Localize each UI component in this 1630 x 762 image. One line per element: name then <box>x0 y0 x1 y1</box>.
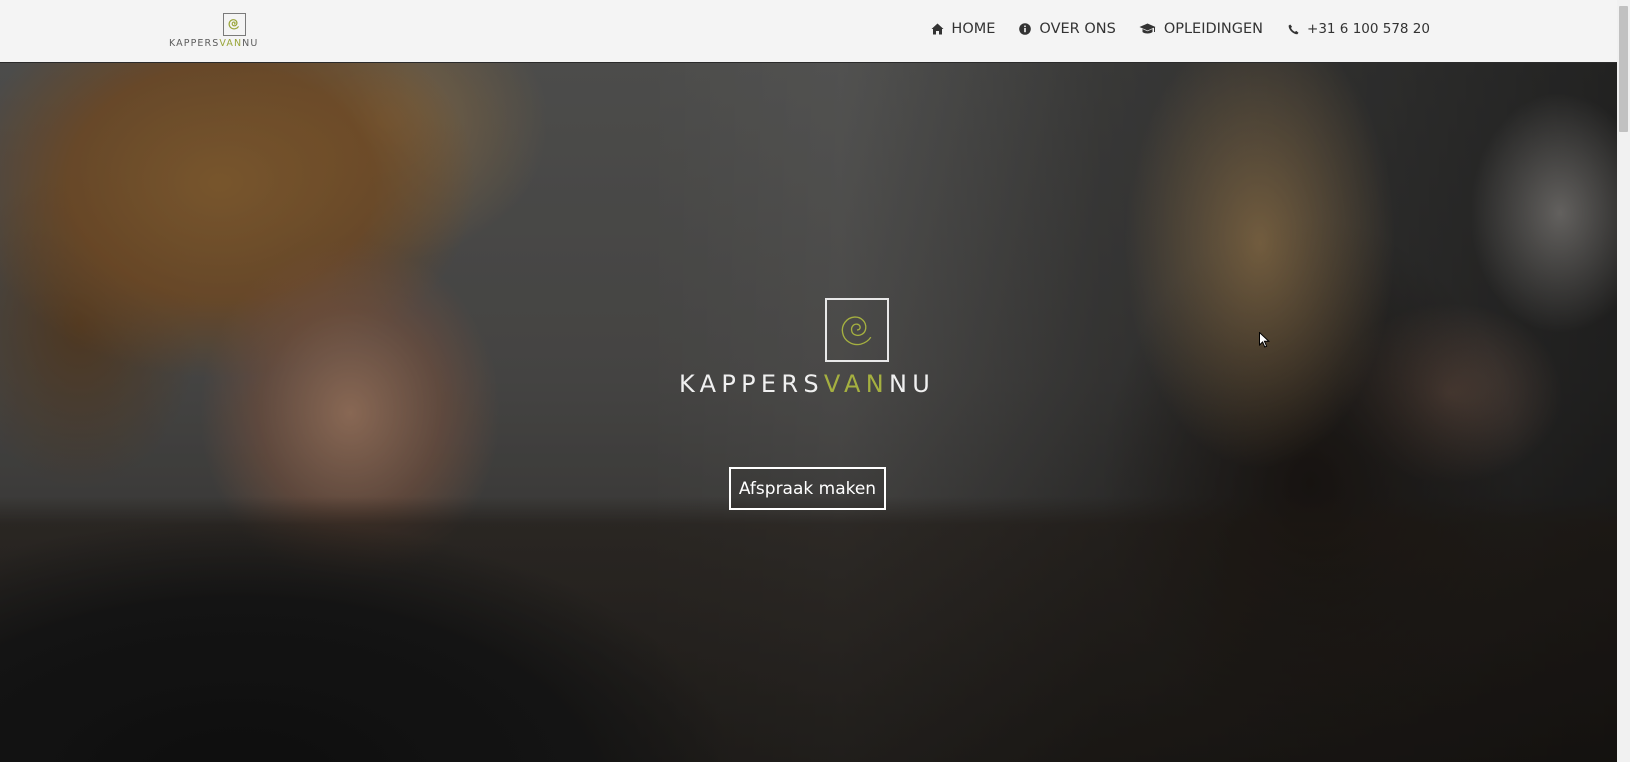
nav-item-phone[interactable]: +31 6 100 578 20 <box>1286 19 1430 39</box>
hero-section: KAPPERSVANNU Afspraak maken <box>0 63 1617 762</box>
nav-item-home[interactable]: HOME <box>930 19 995 39</box>
home-icon <box>930 22 944 36</box>
page-scrollbar[interactable] <box>1617 0 1630 762</box>
phone-icon <box>1286 22 1300 36</box>
info-icon <box>1018 22 1032 36</box>
spiral-logo-icon <box>825 298 889 362</box>
brand-logo[interactable]: KAPPERSVANNU <box>169 13 265 49</box>
hero-logo: KAPPERSVANNU <box>676 298 936 398</box>
nav-item-label: HOME <box>951 21 996 37</box>
graduation-cap-icon <box>1139 22 1157 36</box>
mouse-cursor-icon <box>1259 331 1271 353</box>
hero-wordmark: KAPPERSVANNU <box>679 370 936 398</box>
top-navbar: KAPPERSVANNU HOME OVER ONS OPLEIDINGEN +… <box>0 0 1617 63</box>
nav-item-over-ons[interactable]: OVER ONS <box>1018 19 1116 39</box>
scrollbar-thumb[interactable] <box>1619 6 1628 132</box>
hero-dark-overlay <box>0 63 1617 762</box>
nav-item-label: OVER ONS <box>1039 21 1116 37</box>
nav-item-opleidingen[interactable]: OPLEIDINGEN <box>1139 19 1263 39</box>
main-nav: HOME OVER ONS OPLEIDINGEN +31 6 100 578 … <box>907 19 1430 39</box>
spiral-logo-icon <box>223 13 246 36</box>
afspraak-maken-button[interactable]: Afspraak maken <box>729 467 886 510</box>
nav-item-label: OPLEIDINGEN <box>1163 21 1264 37</box>
nav-item-label: +31 6 100 578 20 <box>1307 21 1430 37</box>
browser-viewport: KAPPERSVANNU HOME OVER ONS OPLEIDINGEN +… <box>0 0 1630 762</box>
brand-wordmark: KAPPERSVANNU <box>169 38 259 49</box>
